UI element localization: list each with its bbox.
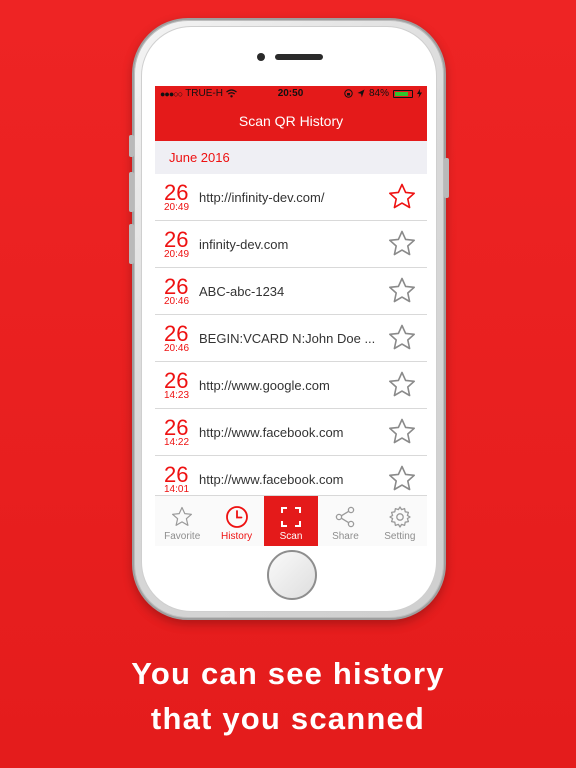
speaker-grille (275, 54, 323, 60)
row-content: infinity-dev.com (199, 236, 289, 252)
row-date: 26 14:23 (155, 367, 199, 401)
row-day: 26 (164, 461, 189, 487)
clock-icon (225, 506, 248, 528)
row-content: BEGIN:VCARD N:John Doe ... (199, 330, 376, 346)
row-date: 26 14:22 (155, 414, 199, 448)
row-date: 26 20:49 (155, 179, 199, 213)
lock-rotation-icon (344, 89, 353, 98)
row-content: http://infinity-dev.com/ (199, 189, 325, 205)
battery-level (395, 91, 409, 96)
section-title: June 2016 (169, 150, 230, 165)
gear-icon (389, 506, 411, 528)
battery-percent: 84% (368, 88, 389, 99)
star-icon (172, 506, 193, 526)
star-icon[interactable] (387, 370, 417, 400)
app-screen: ●●●○○ TRUE-H 20:50 84% Scan QR History J… (155, 86, 427, 546)
star-filled-icon[interactable] (387, 182, 417, 212)
row-content: http://www.facebook.com (199, 424, 344, 440)
tab-favorite[interactable]: Favorite (155, 496, 209, 546)
section-header: June 2016 (155, 141, 427, 174)
star-icon[interactable] (387, 464, 417, 494)
volume-down-button (129, 224, 134, 264)
tab-history-label: History (221, 531, 253, 542)
star-icon[interactable] (387, 417, 417, 447)
row-content: http://www.facebook.com (199, 471, 344, 487)
mute-switch (129, 135, 134, 157)
row-time: 14:01 (164, 483, 190, 495)
home-button[interactable] (267, 550, 317, 600)
signal-dots-icon: ●●●○○ (160, 88, 183, 99)
location-arrow-icon (357, 89, 365, 98)
wifi-icon (226, 89, 237, 98)
row-date: 26 20:46 (155, 320, 199, 354)
caption-line-2: that you scanned (150, 701, 426, 736)
star-icon[interactable] (387, 323, 417, 353)
tab-setting-label: Setting (384, 531, 416, 542)
nav-bar: Scan QR History (155, 101, 427, 141)
tab-share[interactable]: Share (318, 496, 372, 546)
charging-bolt-icon (417, 89, 422, 98)
volume-up-button (129, 172, 134, 212)
row-time: 20:46 (164, 295, 190, 307)
row-content: ABC-abc-1234 (199, 283, 285, 299)
tab-bar: Favorite History Scan Share Setting (155, 495, 427, 546)
power-button (444, 158, 449, 198)
row-day: 26 (164, 179, 189, 205)
carrier-name: TRUE-H (185, 88, 223, 99)
row-time: 20:46 (164, 342, 190, 354)
history-list: 26 20:49 http://infinity-dev.com/26 20:49 in… (155, 174, 427, 503)
row-day: 26 (164, 226, 189, 252)
history-row[interactable]: 26 14:23 http://www.google.com (155, 362, 427, 409)
history-row[interactable]: 26 20:46 ABC-abc-1234 (155, 268, 427, 315)
row-time: 14:23 (164, 389, 190, 401)
camera-icon (257, 53, 265, 61)
row-time: 20:49 (164, 248, 190, 260)
row-day: 26 (164, 273, 189, 299)
star-icon[interactable] (387, 276, 417, 306)
history-row[interactable]: 26 20:49 http://infinity-dev.com/ (155, 174, 427, 221)
status-bar: ●●●○○ TRUE-H 20:50 84% (155, 86, 427, 101)
share-icon (336, 506, 355, 528)
caption-line-1: You can see history (131, 656, 445, 691)
row-date: 26 20:46 (155, 273, 199, 307)
star-icon[interactable] (387, 229, 417, 259)
row-day: 26 (164, 367, 189, 393)
history-row[interactable]: 26 14:22 http://www.facebook.com (155, 409, 427, 456)
row-date: 26 14:01 (155, 461, 199, 495)
row-content: http://www.google.com (199, 377, 330, 393)
row-date: 26 20:49 (155, 226, 199, 260)
tab-favorite-label: Favorite (164, 531, 201, 542)
row-time: 14:22 (164, 436, 190, 448)
nav-title: Scan QR History (238, 113, 344, 129)
scan-frame-icon (281, 507, 302, 527)
tab-share-label: Share (332, 531, 359, 542)
tab-history[interactable]: History (209, 496, 263, 546)
row-day: 26 (164, 320, 189, 346)
history-row[interactable]: 26 20:46 BEGIN:VCARD N:John Doe ... (155, 315, 427, 362)
status-time: 20:50 (277, 88, 304, 99)
tab-setting[interactable]: Setting (373, 496, 427, 546)
tab-scan[interactable]: Scan (263, 496, 319, 546)
tab-scan-label: Scan (279, 531, 303, 542)
row-time: 20:49 (164, 201, 190, 213)
row-day: 26 (164, 414, 189, 440)
battery-icon (393, 89, 413, 98)
history-row[interactable]: 26 20:49 infinity-dev.com (155, 221, 427, 268)
